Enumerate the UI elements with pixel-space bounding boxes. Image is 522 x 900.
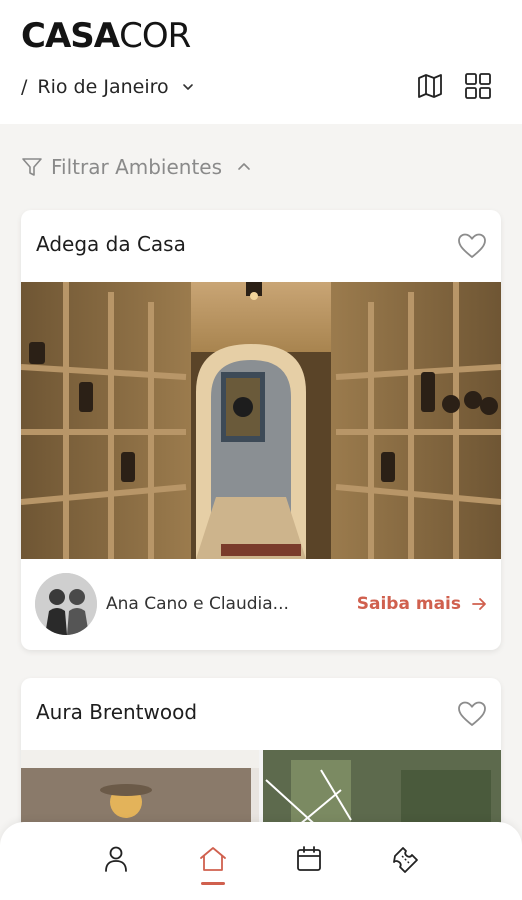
saiba-mais-label: Saiba mais <box>356 594 461 614</box>
ambiente-title: Aura Brentwood <box>36 700 198 724</box>
casacor-logo[interactable]: CASACOR <box>21 16 191 56</box>
saiba-mais-link[interactable]: Saiba mais <box>357 594 487 614</box>
chevron-down-icon <box>182 84 193 90</box>
filter-label: Filtrar Ambientes <box>51 155 223 179</box>
designer-avatar <box>35 573 97 635</box>
arrow-right-icon <box>472 598 486 610</box>
grid-icon[interactable] <box>464 72 492 100</box>
active-tab-indicator <box>201 882 225 885</box>
designer-row: Ana Cano e Claudia... Saiba mais <box>35 572 487 636</box>
ambiente-card[interactable]: Adega da Casa Ana Cano e Claudia... Saib… <box>21 210 501 650</box>
ambiente-title: Adega da Casa <box>36 232 186 256</box>
logo-casa: CASA <box>21 16 120 56</box>
map-icon[interactable] <box>416 72 444 100</box>
app-header: CASACOR / Rio de Janeiro <box>0 0 522 124</box>
heart-outline-icon[interactable] <box>456 698 488 730</box>
breadcrumb-separator: / <box>21 76 28 98</box>
bottom-nav <box>0 822 522 900</box>
city-name: Rio de Janeiro <box>37 76 169 98</box>
profile-icon[interactable] <box>101 844 131 874</box>
tickets-icon[interactable] <box>391 844 421 874</box>
chevron-up-icon <box>238 163 250 170</box>
filter-toggle[interactable]: Filtrar Ambientes <box>21 152 252 182</box>
heart-outline-icon[interactable] <box>456 230 488 262</box>
logo-cor: COR <box>119 16 191 56</box>
city-selector[interactable]: / Rio de Janeiro <box>21 74 195 100</box>
designer-names: Ana Cano e Claudia... <box>106 594 289 614</box>
calendar-icon[interactable] <box>294 844 324 874</box>
home-icon[interactable] <box>198 844 228 874</box>
ambiente-photo[interactable] <box>21 282 501 559</box>
filter-icon <box>22 158 42 176</box>
